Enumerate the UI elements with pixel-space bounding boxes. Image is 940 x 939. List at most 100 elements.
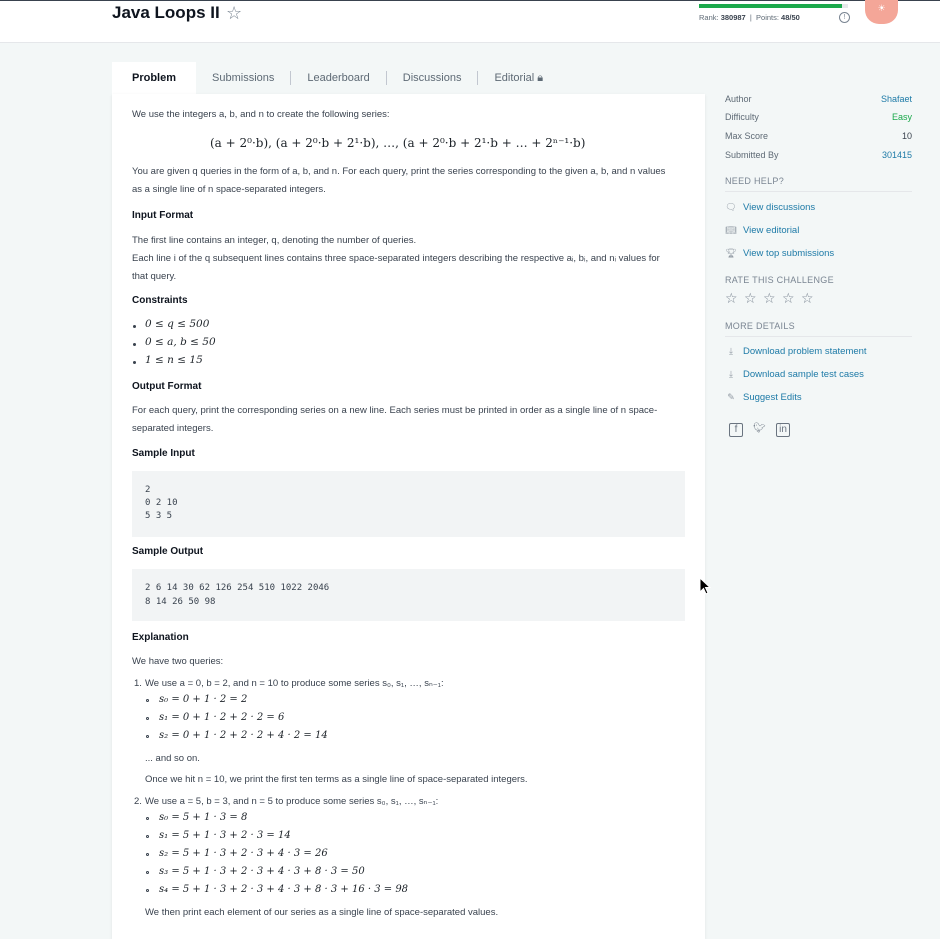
link-label: View editorial [743, 225, 800, 236]
tab-submissions[interactable]: Submissions [196, 62, 290, 94]
challenge-tabs: Problem Submissions Leaderboard Discussi… [112, 62, 559, 94]
given-text-1: You are given q queries in the form of a… [132, 166, 666, 177]
tab-problem[interactable]: Problem [112, 62, 197, 94]
twitter-icon[interactable]: 🐦︎ [753, 423, 766, 435]
link-label: View top submissions [743, 248, 835, 259]
progress-bar [699, 4, 848, 8]
detail-label: Max Score [725, 131, 769, 141]
rate-star-2-icon[interactable]: ☆ [744, 290, 757, 307]
points-value: 48/50 [781, 13, 800, 22]
constraint-bullet [133, 361, 136, 364]
output-format-heading: Output Format [132, 381, 202, 392]
sub-bullet [146, 699, 149, 702]
query-1-step: s₂ = 0 + 1 · 2 + 2 · 2 + 4 · 2 = 14 [159, 730, 328, 741]
constraint-item: 0 ≤ q ≤ 500 [145, 318, 210, 330]
suggest-edits-link[interactable]: ✎ Suggest Edits [725, 392, 802, 403]
rate-star-4-icon[interactable]: ☆ [782, 290, 795, 307]
rate-star-5-icon[interactable]: ☆ [801, 290, 814, 307]
input-format-line-2: Each line i of the q subsequent lines co… [132, 253, 660, 264]
query-1-step: s₁ = 0 + 1 · 2 + 2 · 2 = 6 [159, 712, 285, 723]
sample-input-block: 2 0 2 10 5 3 5 [132, 471, 685, 537]
query-2-step: s₁ = 5 + 1 · 3 + 2 · 3 = 14 [159, 830, 291, 841]
constraint-bullet [133, 325, 136, 328]
header-top-line [0, 0, 940, 1]
view-editorial-link[interactable]: 📖︎ View editorial [725, 225, 799, 236]
download-icon: ⤓ [729, 346, 733, 356]
sample-input-line: 5 3 5 [145, 511, 173, 521]
detail-label: Author [725, 94, 752, 104]
constraint-item: 1 ≤ n ≤ 15 [145, 354, 203, 366]
sample-input-heading: Sample Input [132, 448, 195, 459]
sample-output-line: 2 6 14 30 62 126 254 510 1022 2046 [145, 583, 330, 593]
sample-input-line: 0 2 10 [145, 498, 178, 508]
download-sample-tests-link[interactable]: ⤓ Download sample test cases [725, 369, 864, 380]
constraints-heading: Constraints [132, 295, 188, 306]
max-score-value: 10 [901, 131, 912, 141]
link-label: View discussions [743, 202, 816, 213]
rating-stars: ☆ ☆ ☆ ☆ ☆ [725, 290, 825, 308]
facebook-icon[interactable]: f [729, 423, 743, 437]
sample-output-heading: Sample Output [132, 546, 204, 557]
detail-label: Difficulty [725, 112, 759, 122]
link-label: Download problem statement [743, 346, 867, 357]
info-icon[interactable]: ! [839, 12, 850, 23]
sub-bullet [146, 889, 149, 892]
author-link[interactable]: Shafaet [881, 94, 912, 104]
query-2-end: We then print each element of our series… [145, 907, 499, 918]
rate-star-3-icon[interactable]: ☆ [763, 290, 776, 307]
tab-editorial-label: Editorial [494, 72, 535, 84]
query-1-end: Once we hit n = 10, we print the first t… [145, 774, 528, 785]
tab-discussions[interactable]: Discussions [387, 62, 478, 94]
bookmark-star-icon[interactable]: ☆ [226, 3, 242, 24]
submitted-by-link[interactable]: 301415 [882, 150, 912, 160]
rate-star-1-icon[interactable]: ☆ [725, 290, 738, 307]
discussions-icon: 🗨︎ [725, 202, 737, 212]
points-label: Points: [756, 13, 779, 22]
download-icon: ⤓ [729, 369, 733, 379]
badge-icon: ☀ [877, 3, 886, 13]
tab-editorial[interactable]: Editorial 🔒︎ [478, 62, 559, 94]
top-header: Java Loops II ☆ Rank: 380987 | Points: 4… [0, 0, 940, 43]
series-formula: (a + 2⁰·b), (a + 2⁰·b + 2¹·b), …, (a + 2… [210, 136, 586, 150]
book-icon: 📖︎ [725, 225, 737, 235]
input-format-line-1: The first line contains an integer, q, d… [132, 235, 417, 246]
linkedin-icon[interactable]: in [776, 423, 790, 437]
level-badge[interactable]: ☀ [865, 0, 898, 24]
lock-icon: 🔒︎ [537, 72, 544, 84]
sample-output-line: 8 14 26 50 98 [145, 597, 216, 607]
constraint-item: 0 ≤ a, b ≤ 50 [145, 336, 216, 348]
query-1-step: s₀ = 0 + 1 · 2 = 2 [159, 694, 248, 705]
given-text-2: as a single line of n space-separated in… [132, 184, 326, 195]
query-2-step: s₂ = 5 + 1 · 3 + 2 · 3 + 4 · 3 = 26 [159, 848, 328, 859]
query-2-text: We use a = 5, b = 3, and n = 5 to produc… [145, 796, 439, 807]
query-1-text: We use a = 0, b = 2, and n = 10 to produ… [145, 678, 444, 689]
sub-bullet [146, 853, 149, 856]
link-label: Download sample test cases [743, 369, 864, 380]
need-help-heading: NEED HELP? [725, 176, 912, 192]
rank-label: Rank: [699, 13, 719, 22]
problem-statement: We use the integers a, b, and n to creat… [112, 94, 705, 939]
query-1-more: ... and so on. [145, 753, 200, 764]
download-problem-statement-link[interactable]: ⤓ Download problem statement [725, 346, 867, 357]
trophy-icon: 🏆︎ [725, 248, 737, 258]
rank-value: 380987 [720, 13, 746, 22]
view-top-submissions-link[interactable]: 🏆︎ View top submissions [725, 248, 834, 259]
tab-leaderboard[interactable]: Leaderboard [291, 62, 385, 94]
link-label: Suggest Edits [743, 392, 802, 403]
explanation-heading: Explanation [132, 632, 189, 643]
output-format-line-2: separated integers. [132, 423, 214, 434]
query-1-number: 1. [134, 678, 142, 689]
pencil-icon: ✎ [727, 392, 735, 402]
sub-bullet [146, 735, 149, 738]
view-discussions-link[interactable]: 🗨︎ View discussions [725, 202, 815, 213]
more-details-heading: MORE DETAILS [725, 321, 912, 337]
sub-bullet [146, 717, 149, 720]
sample-output-block: 2 6 14 30 62 126 254 510 1022 2046 8 14 … [132, 569, 685, 621]
mouse-cursor-icon [699, 577, 711, 595]
sample-input-line: 2 [145, 485, 151, 495]
query-2-step: s₀ = 5 + 1 · 3 = 8 [159, 812, 248, 823]
detail-label: Submitted By [725, 150, 779, 160]
query-2-step: s₄ = 5 + 1 · 3 + 2 · 3 + 4 · 3 + 8 · 3 +… [159, 884, 409, 895]
constraint-bullet [133, 343, 136, 346]
difficulty-value: Easy [891, 112, 912, 122]
